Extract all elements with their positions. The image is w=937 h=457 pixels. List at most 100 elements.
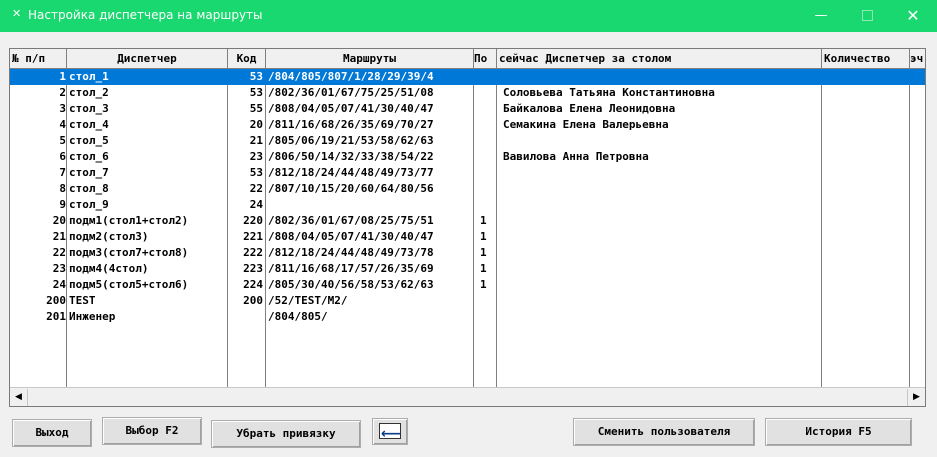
col-header-num[interactable]: № п/п xyxy=(10,49,67,68)
scroll-right-icon[interactable]: ▶ xyxy=(907,389,925,406)
cell-num: 8 xyxy=(59,182,66,195)
col-header-now[interactable]: сейчас Диспетчер за столом xyxy=(497,49,822,68)
table-row[interactable]: 21 подм2(стол3) 221/808/04/05/07/41/30/40/… xyxy=(10,229,925,245)
table-row[interactable]: 7 стол_7 53/812/18/24/44/48/49/73/77 xyxy=(10,165,925,181)
cell-num: 2 xyxy=(59,86,66,99)
dispatcher-grid[interactable]: № п/п Диспетчер Код Маршруты По сейчас Д… xyxy=(9,48,926,407)
cell-routes: /802/36/01/67/75/25/51/08 xyxy=(268,86,434,99)
cell-current-dispatcher: Соловьева Татьяна Константиновна xyxy=(503,86,715,99)
col-header-routes[interactable]: Маршруты xyxy=(266,49,474,68)
cell-num: 22 xyxy=(52,246,66,259)
cell-dispatcher: стол_5 xyxy=(69,134,109,147)
cell-current-dispatcher xyxy=(499,245,828,261)
cell-num: 9 xyxy=(59,198,66,211)
cell-routes: /808/04/05/07/41/30/40/47 xyxy=(268,102,434,115)
col-header-pod[interactable]: По xyxy=(474,49,497,68)
change-user-button[interactable]: Сменить пользователя xyxy=(573,418,755,446)
cell-dispatcher: TEST xyxy=(69,294,96,307)
cell-num: 5 xyxy=(59,134,66,147)
cell-dispatcher: стол_9 xyxy=(69,198,109,211)
cell-num: 24 xyxy=(52,278,66,291)
cell-current-dispatcher xyxy=(499,69,828,85)
cell-code: 53 xyxy=(249,86,263,99)
horizontal-scrollbar[interactable]: ◀ ▶ xyxy=(10,387,925,406)
close-button[interactable]: ✕ xyxy=(890,0,936,32)
table-row[interactable]: 2 стол_2 53/802/36/01/67/75/25/51/08 Соловь… xyxy=(10,85,925,101)
table-row[interactable]: 23 подм4(4стол) 223/811/16/68/17/57/26/35/… xyxy=(10,261,925,277)
scroll-left-icon[interactable]: ◀ xyxy=(10,389,28,406)
table-row[interactable]: 1 стол_1 53/804/805/807/1/28/29/39/4 xyxy=(10,69,925,85)
cell-current-dispatcher xyxy=(499,277,828,293)
cell-routes: /805/30/40/56/58/53/62/63 xyxy=(268,278,434,291)
back-arrow-button[interactable] xyxy=(372,418,408,447)
cell-num: 200 xyxy=(46,294,66,307)
cell-current-dispatcher xyxy=(499,309,828,325)
cell-routes: /808/04/05/07/41/30/40/47 xyxy=(268,230,434,243)
cell-code: 200 xyxy=(243,294,263,307)
table-row[interactable]: 200 TEST 200/52/TEST/M2/ xyxy=(10,293,925,309)
cell-routes: /804/805/807/1/28/29/39/4 xyxy=(268,70,434,83)
unlink-button[interactable]: Убрать привязку xyxy=(211,420,361,448)
window-title: Настройка диспетчера на маршруты xyxy=(28,8,263,22)
cell-current-dispatcher xyxy=(499,213,828,229)
cell-routes: /806/50/14/32/33/38/54/22 xyxy=(268,150,434,163)
cell-dispatcher: подм5(стол5+стол6) xyxy=(69,278,189,291)
cell-num: 21 xyxy=(52,230,66,243)
cell-code: 20 xyxy=(249,118,263,131)
cell-routes xyxy=(268,197,471,213)
cell-num: 4 xyxy=(59,118,66,131)
table-row[interactable]: 201 Инженер/804/805/ xyxy=(10,309,925,325)
cell-current-dispatcher xyxy=(499,133,828,149)
table-row[interactable]: 5 стол_5 21/805/06/19/21/53/58/62/63 xyxy=(10,133,925,149)
cell-code: 22 xyxy=(249,182,263,195)
title-bar: ✕ Настройка диспетчера на маршруты — ✕ xyxy=(0,0,937,32)
cell-num: 201 xyxy=(46,310,66,323)
cell-routes: /812/18/24/44/48/49/73/78 xyxy=(268,246,434,259)
cell-dispatcher: Инженер xyxy=(69,310,116,323)
cell-code: 221 xyxy=(243,230,263,243)
cell-dispatcher: стол_6 xyxy=(69,150,109,163)
cell-current-dispatcher: Байкалова Елена Леонидовна xyxy=(503,102,676,115)
cell-code: 222 xyxy=(243,246,263,259)
maximize-button[interactable] xyxy=(844,0,890,32)
cell-routes: /812/18/24/44/48/49/73/77 xyxy=(268,166,434,179)
cell-routes: /811/16/68/17/57/26/35/69 xyxy=(268,262,434,275)
col-header-extra[interactable]: эч xyxy=(910,49,925,68)
cell-routes: /804/805/ xyxy=(268,310,328,323)
table-row[interactable]: 8 стол_8 22/807/10/15/20/60/64/80/56 xyxy=(10,181,925,197)
cell-routes: /811/16/68/26/35/69/70/27 xyxy=(268,118,434,131)
cell-current-dispatcher xyxy=(499,165,828,181)
cell-routes: /807/10/15/20/60/64/80/56 xyxy=(268,182,434,195)
col-header-dispatcher[interactable]: Диспетчер xyxy=(67,49,228,68)
cell-dispatcher: стол_2 xyxy=(69,86,109,99)
table-row[interactable]: 24 подм5(стол5+стол6) 224/805/30/40/56/58/… xyxy=(10,277,925,293)
cell-routes: /52/TEST/M2/ xyxy=(268,294,348,307)
cell-dispatcher: стол_8 xyxy=(69,182,109,195)
cell-num: 20 xyxy=(52,214,66,227)
col-header-code[interactable]: Код xyxy=(228,49,266,68)
cell-code: 55 xyxy=(249,102,263,115)
cell-current-dispatcher xyxy=(499,181,828,197)
table-row[interactable]: 9 стол_9 24 xyxy=(10,197,925,213)
cell-dispatcher: стол_7 xyxy=(69,166,109,179)
table-row[interactable]: 3 стол_3 55/808/04/05/07/41/30/40/47 Байкал… xyxy=(10,101,925,117)
table-row[interactable]: 22 подм3(стол7+стол8) 222/812/18/24/44/48/… xyxy=(10,245,925,261)
cell-num: 3 xyxy=(59,102,66,115)
cell-current-dispatcher xyxy=(499,197,828,213)
cell-dispatcher: стол_3 xyxy=(69,102,109,115)
table-row[interactable]: 6 стол_6 23/806/50/14/32/33/38/54/22 Вавило… xyxy=(10,149,925,165)
table-row[interactable]: 20 подм1(стол1+стол2) 220/802/36/01/67/08/… xyxy=(10,213,925,229)
cell-current-dispatcher xyxy=(499,293,828,309)
cell-current-dispatcher xyxy=(499,261,828,277)
cell-code: 23 xyxy=(249,150,263,163)
minimize-button[interactable]: — xyxy=(798,0,844,32)
col-header-count[interactable]: Количество xyxy=(822,49,910,68)
table-row[interactable]: 4 стол_4 20/811/16/68/26/35/69/70/27 Семаки… xyxy=(10,117,925,133)
history-f5-button[interactable]: История F5 xyxy=(765,418,912,446)
cell-code: 53 xyxy=(249,70,263,83)
grid-header: № п/п Диспетчер Код Маршруты По сейчас Д… xyxy=(10,49,925,69)
back-arrow-icon xyxy=(379,421,401,447)
exit-button[interactable]: Выход xyxy=(12,419,92,447)
cell-code: 21 xyxy=(249,134,263,147)
choose-f2-button[interactable]: Выбор F2 xyxy=(102,417,202,445)
